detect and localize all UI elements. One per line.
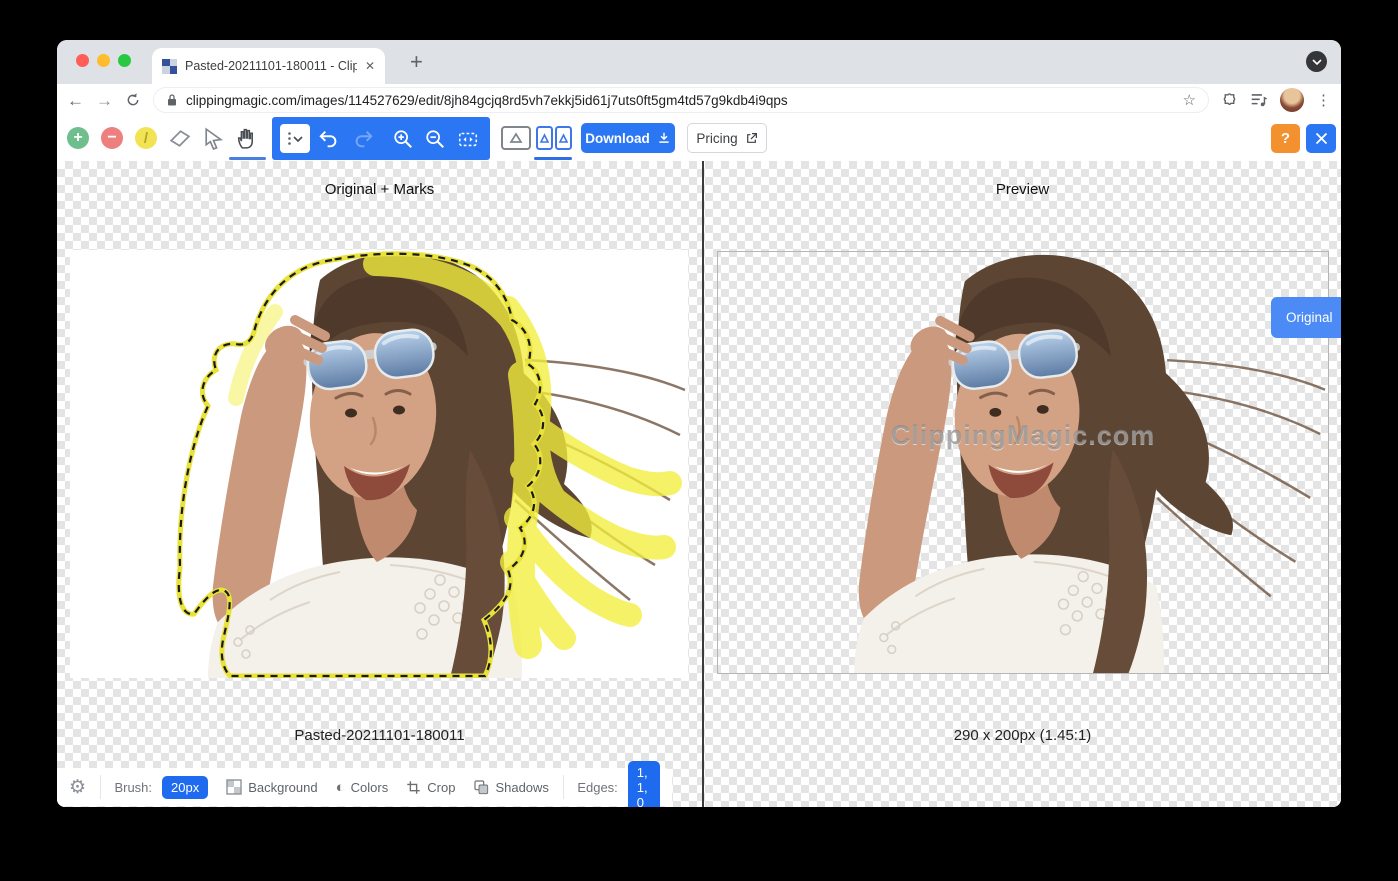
bookmark-star-icon[interactable]: ☆ xyxy=(1183,91,1196,109)
undo-button[interactable] xyxy=(318,128,340,150)
marks-dropdown-button[interactable] xyxy=(280,124,310,153)
browser-menu-icon[interactable]: ⋮ xyxy=(1316,91,1331,109)
brush-label: Brush: xyxy=(114,780,152,795)
extensions-puzzle-icon[interactable] xyxy=(1221,92,1238,109)
download-label: Download xyxy=(585,131,650,146)
keep-brush-tool[interactable]: + xyxy=(67,127,89,149)
edges-value-badge[interactable]: 1, 1, 0 xyxy=(628,761,660,808)
watermark-text: ClippingMagic.com xyxy=(718,420,1328,451)
hair-brush-tool[interactable]: / xyxy=(135,127,157,149)
background-label: Background xyxy=(248,780,317,795)
preview-image-caption: 290 x 200px (1.45:1) xyxy=(704,727,1341,744)
remove-brush-tool[interactable]: − xyxy=(101,127,123,149)
close-x-icon xyxy=(1314,131,1329,146)
show-original-button[interactable]: Original xyxy=(1271,297,1341,338)
shadows-button[interactable]: Shadows xyxy=(473,779,548,795)
external-link-icon xyxy=(745,132,758,145)
zoom-fit-button[interactable] xyxy=(457,128,479,150)
zoom-out-button[interactable] xyxy=(424,128,446,150)
browser-window: Pasted-20211101-180011 - Clip ✕ + ← → cl… xyxy=(57,40,1341,807)
zoom-in-button[interactable] xyxy=(392,128,414,150)
minimize-window-button[interactable] xyxy=(97,54,110,67)
tab-search-button[interactable] xyxy=(1306,51,1327,72)
split-view-active-underline xyxy=(534,157,572,160)
colors-label: Colors xyxy=(351,780,389,795)
colors-halfcircle-icon: ◐ xyxy=(336,780,345,795)
original-label: Original xyxy=(1286,310,1333,325)
chevron-down-icon xyxy=(293,136,303,142)
bottom-toolbar: ⚙ Brush: 20px Background ◐ Colors xyxy=(57,768,672,806)
media-controls-icon[interactable] xyxy=(1250,92,1268,108)
help-button[interactable]: ? xyxy=(1271,124,1300,153)
pricing-button[interactable]: Pricing xyxy=(687,123,767,153)
edges-label: Edges: xyxy=(577,780,617,795)
background-checker-icon xyxy=(226,779,242,795)
crop-icon xyxy=(406,780,421,795)
close-editor-button[interactable] xyxy=(1306,124,1336,153)
brush-size-badge[interactable]: 20px xyxy=(162,776,208,799)
select-cursor-tool[interactable] xyxy=(201,126,226,151)
zoom-window-button[interactable] xyxy=(118,54,131,67)
pan-hand-tool[interactable] xyxy=(234,126,259,151)
clippingmagic-favicon xyxy=(162,59,177,74)
preview-pane-title: Preview xyxy=(704,181,1341,198)
help-label: ? xyxy=(1281,130,1290,147)
lock-icon xyxy=(166,93,178,107)
preview-cutout-image xyxy=(718,252,1328,673)
crop-label: Crop xyxy=(427,780,455,795)
traffic-lights xyxy=(76,54,131,67)
profile-avatar[interactable] xyxy=(1280,88,1304,112)
address-bar[interactable]: clippingmagic.com/images/114527629/edit/… xyxy=(153,87,1209,113)
tab-strip: Pasted-20211101-180011 - Clip ✕ + xyxy=(57,40,1341,84)
split-view-toggle[interactable] xyxy=(536,125,572,151)
pan-tool-active-underline xyxy=(229,157,266,160)
preview-image-frame[interactable]: ClippingMagic.com xyxy=(717,251,1329,674)
settings-gear-icon[interactable]: ⚙ xyxy=(69,778,86,797)
back-button[interactable]: ← xyxy=(67,92,84,109)
url-text[interactable]: clippingmagic.com/images/114527629/edit/… xyxy=(186,93,1175,108)
original-pane: Original + Marks xyxy=(57,161,702,807)
close-window-button[interactable] xyxy=(76,54,89,67)
pricing-label: Pricing xyxy=(696,131,737,146)
forward-button[interactable]: → xyxy=(96,92,113,109)
download-button[interactable]: Download xyxy=(581,123,675,153)
colors-button[interactable]: ◐ Colors xyxy=(336,780,389,795)
original-image-caption: Pasted-20211101-180011 xyxy=(57,727,702,744)
browser-tab[interactable]: Pasted-20211101-180011 - Clip ✕ xyxy=(152,48,385,84)
background-button[interactable]: Background xyxy=(226,779,317,795)
tab-close-icon[interactable]: ✕ xyxy=(365,59,375,73)
view-controls-group xyxy=(272,117,490,160)
original-image-with-marks[interactable] xyxy=(70,250,688,678)
shadows-icon xyxy=(473,779,489,795)
eraser-tool[interactable] xyxy=(167,126,192,151)
reload-button[interactable] xyxy=(125,92,141,108)
dots-vertical-icon xyxy=(288,132,291,145)
editor-toolbar: + − / xyxy=(57,116,1341,161)
shadows-label: Shadows xyxy=(495,780,548,795)
redo-button[interactable] xyxy=(352,128,374,150)
download-icon xyxy=(657,131,671,145)
single-view-toggle[interactable] xyxy=(500,125,532,151)
browser-navbar: ← → clippingmagic.com/images/114527629/e… xyxy=(57,84,1341,116)
tab-title: Pasted-20211101-180011 - Clip xyxy=(185,59,357,73)
preview-pane: Preview ClippingMagic.com 290 x 200px (1… xyxy=(704,161,1341,807)
new-tab-button[interactable]: + xyxy=(410,52,423,72)
crop-button[interactable]: Crop xyxy=(406,780,455,795)
original-pane-title: Original + Marks xyxy=(57,181,702,198)
chevron-down-icon xyxy=(1312,59,1322,65)
editor-canvas: Original + Marks xyxy=(57,161,1341,807)
